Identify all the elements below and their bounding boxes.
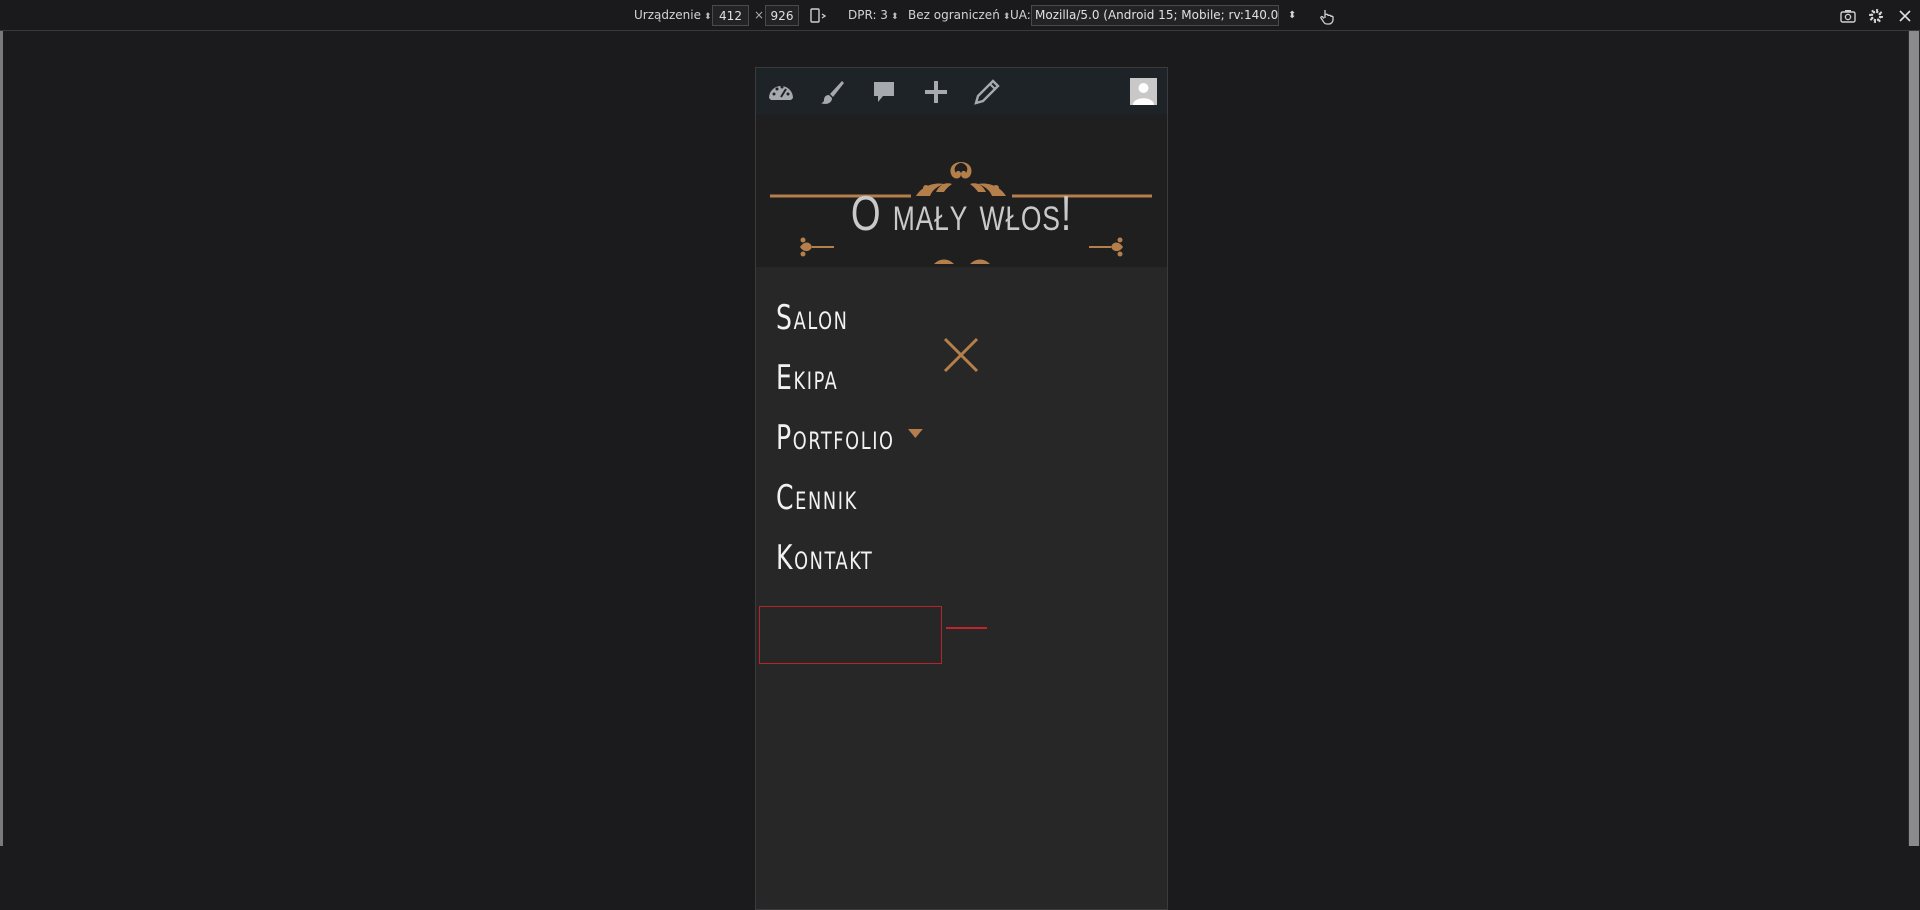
edit-pencil-icon[interactable]	[973, 78, 1001, 106]
nav-item-label: Portfolio	[776, 418, 895, 458]
dimension-separator: ×	[754, 8, 765, 22]
content-left-edge	[0, 31, 3, 846]
vertical-scrollbar[interactable]	[1908, 31, 1920, 846]
dpr-selector[interactable]: DPR: 3	[848, 6, 898, 25]
user-silhouette-icon	[1133, 83, 1154, 105]
nav-item-cennik[interactable]: Cennik	[776, 468, 923, 528]
site-header: O mały włos!	[756, 114, 1167, 267]
nav-item-label: Salon	[776, 298, 849, 338]
user-agent-input[interactable]: Mozilla/5.0 (Android 15; Mobile; rv:140.…	[1031, 5, 1279, 26]
viewport-width-input[interactable]: 412	[712, 5, 749, 26]
nav-item-kontakt[interactable]: Kontakt	[776, 528, 923, 588]
site-title[interactable]: O mały włos!	[801, 186, 1122, 242]
user-agent-dropdown-icon[interactable]: ⬍	[1288, 6, 1296, 25]
settings-gear-icon[interactable]	[1866, 6, 1886, 26]
new-content-plus-icon[interactable]	[922, 78, 950, 106]
user-avatar[interactable]	[1130, 78, 1157, 105]
customize-brush-icon[interactable]	[818, 78, 846, 106]
rotate-viewport-icon[interactable]	[808, 6, 828, 26]
nav-item-portfolio[interactable]: Portfolio	[776, 408, 923, 468]
viewport-height-input[interactable]: 926	[765, 5, 799, 26]
scrollbar-thumb[interactable]	[1909, 31, 1919, 846]
device-viewport: O mały włos! Salon Ekipa Portfolio Cenni…	[755, 67, 1168, 910]
main-navigation: Salon Ekipa Portfolio Cennik Kontakt	[776, 288, 955, 588]
nav-item-ekipa[interactable]: Ekipa	[776, 348, 923, 408]
touch-simulation-icon[interactable]	[1317, 6, 1337, 26]
wp-admin-bar	[756, 68, 1167, 114]
nav-item-label: Cennik	[776, 478, 858, 518]
responsive-design-toolbar: Urządzenie 412 × 926 DPR: 3 Bez ogranicz…	[0, 0, 1920, 31]
nav-item-label: Ekipa	[776, 358, 839, 398]
comments-icon[interactable]	[870, 78, 898, 106]
nav-item-salon[interactable]: Salon	[776, 288, 923, 348]
nav-item-label: Kontakt	[776, 538, 874, 578]
dashboard-icon[interactable]	[767, 78, 795, 106]
device-selector[interactable]: Urządzenie	[634, 6, 712, 25]
network-throttling-selector[interactable]: Bez ograniczeń	[908, 6, 1010, 25]
screenshot-icon[interactable]	[1838, 6, 1858, 26]
close-rdm-icon[interactable]	[1895, 6, 1915, 26]
user-agent-label: UA:	[1010, 8, 1031, 22]
submenu-caret-icon[interactable]	[907, 429, 923, 438]
